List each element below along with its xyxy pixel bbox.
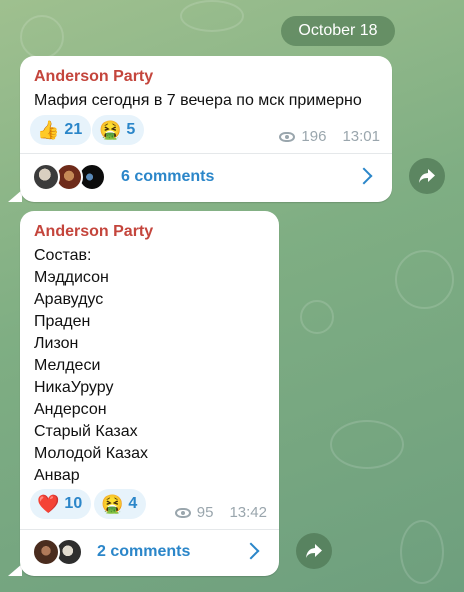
thumbs-up-emoji-icon: 👍	[37, 120, 60, 140]
sender-name[interactable]: Anderson Party	[34, 68, 153, 86]
background-doodle	[20, 15, 64, 59]
date-separator: October 18	[281, 16, 395, 46]
background-doodle	[180, 0, 244, 32]
reaction-vomit[interactable]: 🤮 5	[92, 115, 145, 145]
background-doodle	[300, 300, 334, 334]
comments-link[interactable]: 6 comments	[121, 168, 214, 186]
background-doodle	[400, 520, 444, 584]
reaction-count: 4	[128, 495, 138, 512]
chevron-right-icon[interactable]	[355, 167, 373, 185]
message-text: Мафия сегодня в 7 вечера по мск примерно	[34, 92, 362, 109]
avatar	[32, 163, 60, 191]
share-arrow-icon	[306, 544, 322, 558]
reaction-heart[interactable]: ❤️ 10	[30, 489, 92, 519]
reaction-thumbs-up[interactable]: 👍 21	[30, 115, 92, 145]
view-count: 95	[196, 504, 214, 521]
view-count: 196	[301, 128, 327, 145]
comments-row[interactable]: 2 comments	[20, 529, 279, 577]
background-doodle	[330, 420, 404, 469]
avatar	[32, 538, 60, 566]
eye-icon	[279, 131, 296, 142]
message-meta: 95 13:42	[174, 504, 267, 521]
message-time: 13:01	[342, 128, 380, 145]
vomit-emoji-icon: 🤮	[101, 494, 124, 514]
vomit-emoji-icon: 🤮	[99, 120, 122, 140]
share-button[interactable]	[409, 158, 445, 194]
message-bubble[interactable]: Anderson Party Мафия сегодня в 7 вечера …	[20, 56, 392, 202]
comments-row[interactable]: 6 comments	[20, 154, 392, 202]
background-doodle	[395, 250, 454, 309]
comments-link[interactable]: 2 comments	[97, 543, 190, 561]
reaction-vomit[interactable]: 🤮 4	[94, 489, 147, 519]
message-meta: 196 13:01	[279, 128, 380, 145]
reaction-count: 21	[64, 121, 83, 138]
message-bubble[interactable]: Anderson Party Состав: Мэддисон Аравудус…	[20, 211, 279, 576]
message-time: 13:42	[229, 504, 267, 521]
eye-icon	[174, 507, 191, 518]
reaction-count: 10	[64, 495, 83, 512]
reaction-count: 5	[126, 121, 136, 138]
chevron-right-icon[interactable]	[242, 542, 260, 560]
share-button[interactable]	[296, 533, 332, 569]
sender-name[interactable]: Anderson Party	[34, 223, 153, 241]
message-text: Состав: Мэддисон Аравудус Праден Лизон М…	[34, 247, 149, 484]
share-arrow-icon	[419, 169, 435, 183]
heart-emoji-icon: ❤️	[37, 494, 60, 514]
